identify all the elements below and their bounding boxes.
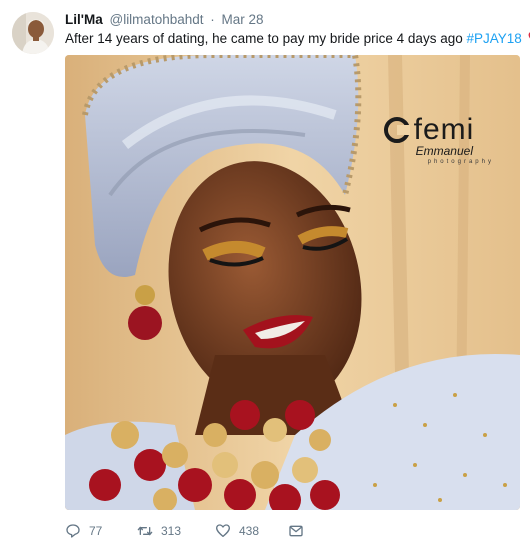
retweet-count: 313 <box>161 524 182 538</box>
like-count: 438 <box>239 524 260 538</box>
like-button[interactable]: 438 <box>215 522 259 540</box>
retweet-button[interactable]: 313 <box>137 522 181 540</box>
separator-dot: · <box>210 12 215 27</box>
avatar[interactable] <box>12 12 54 54</box>
reply-icon <box>66 524 80 538</box>
tweet-header: Lil'Ma @lilmatohbahdt · Mar 28 <box>65 12 264 27</box>
direct-message-button[interactable] <box>288 522 312 540</box>
tweet-body: After 14 years of dating, he came to pay… <box>65 31 467 46</box>
heart-icon <box>216 524 230 537</box>
watermark-subname: Emmanuel <box>415 144 473 158</box>
watermark-tagline: photography <box>427 159 494 165</box>
tweet-text: After 14 years of dating, he came to pay… <box>65 30 530 48</box>
watermark-name: femi <box>413 113 475 146</box>
watermark-logo-icon <box>383 117 410 143</box>
tweet-photo[interactable]: femi Emmanuel photography <box>65 55 520 510</box>
user-handle[interactable]: @lilmatohbahdt <box>109 12 203 27</box>
hashtag-link[interactable]: #PJAY18 <box>466 31 521 46</box>
envelope-icon <box>289 525 303 537</box>
tweet-date[interactable]: Mar 28 <box>222 12 264 27</box>
reply-button[interactable]: 77 <box>65 522 102 540</box>
reply-count: 77 <box>89 524 103 538</box>
display-name[interactable]: Lil'Ma <box>65 12 103 27</box>
tweet-actions: 77 313 438 <box>65 522 525 542</box>
retweet-icon <box>137 526 153 536</box>
tweet[interactable]: Lil'Ma @lilmatohbahdt · Mar 28 After 14 … <box>0 0 530 546</box>
photographer-watermark: femi Emmanuel photography <box>383 113 494 165</box>
